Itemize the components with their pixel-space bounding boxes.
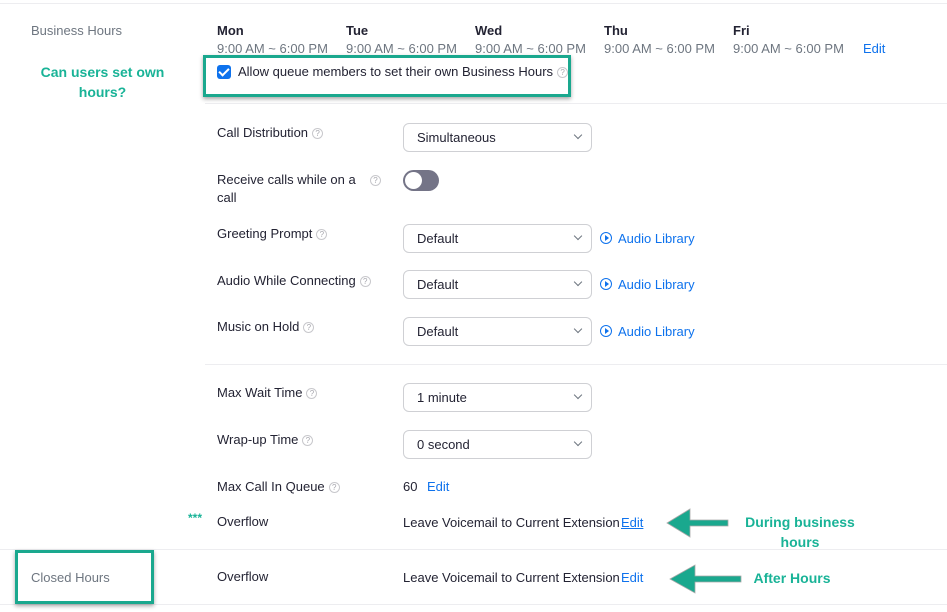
wrap-up-time-label: Wrap-up Time? <box>217 431 314 449</box>
business-hours-edit-link[interactable]: Edit <box>863 41 885 56</box>
music-on-hold-text: Music on Hold <box>217 319 300 334</box>
call-distribution-text: Call Distribution <box>217 125 309 140</box>
day-hours: 9:00 AM ~ 6:00 PM <box>604 41 715 56</box>
chevron-down-icon <box>573 437 583 447</box>
max-wait-time-value: 1 minute <box>417 390 467 405</box>
play-circle-icon <box>600 325 612 337</box>
music-on-hold-label: Music on Hold? <box>217 318 315 336</box>
annotation-during-business: During business hours <box>745 514 855 550</box>
chevron-down-icon <box>573 231 583 241</box>
audio-library-label: Audio Library <box>618 231 695 246</box>
toggle-knob <box>405 172 422 189</box>
day-thu: Thu 9:00 AM ~ 6:00 PM <box>604 24 729 57</box>
annotation-can-users-set: Can users set own hours? <box>40 64 165 100</box>
wrap-up-time-select[interactable]: 0 second <box>403 430 592 459</box>
day-hours: 9:00 AM ~ 6:00 PM <box>733 41 844 56</box>
call-distribution-value: Simultaneous <box>417 130 496 145</box>
overflow-closed-edit-link[interactable]: Edit <box>621 570 643 585</box>
chevron-down-icon <box>573 324 583 334</box>
chevron-down-icon <box>573 390 583 400</box>
max-call-in-queue-label: Max Call In Queue? <box>217 478 340 496</box>
receive-calls-label: Receive calls while on a call <box>217 172 356 205</box>
music-on-hold-select[interactable]: Default <box>403 317 592 346</box>
chevron-down-icon <box>573 130 583 140</box>
overflow-closed-value: Leave Voicemail to Current Extension <box>403 570 620 585</box>
greeting-prompt-label: Greeting Prompt? <box>217 225 328 243</box>
day-mon: Mon 9:00 AM ~ 6:00 PM <box>217 24 342 57</box>
call-distribution-select[interactable]: Simultaneous <box>403 123 592 152</box>
day-fri: Fri 9:00 AM ~ 6:00 PM <box>733 24 858 57</box>
max-call-in-queue-edit-link[interactable]: Edit <box>427 479 449 494</box>
call-distribution-label: Call Distribution? <box>217 124 324 142</box>
max-wait-time-text: Max Wait Time <box>217 385 303 400</box>
day-wed: Wed 9:00 AM ~ 6:00 PM <box>475 24 600 57</box>
closed-hours-label: Closed Hours <box>31 570 110 585</box>
day-name: Tue <box>346 23 369 38</box>
help-icon[interactable]: ? <box>302 435 314 446</box>
arrow-icon <box>666 508 729 538</box>
day-name: Thu <box>604 23 628 38</box>
help-icon[interactable]: ? <box>557 67 569 78</box>
help-icon[interactable]: ? <box>303 322 315 333</box>
help-icon[interactable]: ? <box>316 229 328 240</box>
business-hours-label: Business Hours <box>31 23 123 38</box>
music-on-hold-value: Default <box>417 324 459 339</box>
overflow-business-edit-link[interactable]: Edit <box>621 515 643 530</box>
chevron-down-icon <box>573 277 583 287</box>
greeting-prompt-select[interactable]: Default <box>403 224 592 253</box>
bottom-divider <box>0 604 947 605</box>
audio-library-label: Audio Library <box>618 277 695 292</box>
play-circle-icon <box>600 278 612 290</box>
play-circle-icon <box>600 232 612 244</box>
max-wait-time-label: Max Wait Time? <box>217 384 318 402</box>
help-icon[interactable]: ? <box>359 276 371 287</box>
wrap-up-time-text: Wrap-up Time <box>217 432 299 447</box>
wrap-up-time-value: 0 second <box>417 437 470 452</box>
allow-members-row: Allow queue members to set their own Bus… <box>238 64 569 79</box>
day-tue: Tue 9:00 AM ~ 6:00 PM <box>346 24 471 57</box>
hold-audio-library-link[interactable]: Audio Library <box>600 324 695 339</box>
business-hours-divider <box>205 103 947 104</box>
audio-connecting-text: Audio While Connecting <box>217 273 356 288</box>
help-icon[interactable]: ? <box>312 128 324 139</box>
help-icon[interactable]: ? <box>370 175 381 186</box>
allow-members-label[interactable]: Allow queue members to set their own Bus… <box>238 64 553 79</box>
help-icon[interactable]: ? <box>328 482 340 493</box>
max-call-in-queue-text: Max Call In Queue <box>217 479 325 494</box>
top-divider <box>0 3 947 4</box>
overflow-marker: *** <box>188 511 203 525</box>
day-name: Mon <box>217 23 244 38</box>
audio-connecting-label: Audio While Connecting? <box>217 272 371 290</box>
overflow-closed-label: Overflow <box>217 569 269 584</box>
max-wait-time-select[interactable]: 1 minute <box>403 383 592 412</box>
overflow-business-value: Leave Voicemail to Current Extension <box>403 515 620 530</box>
day-name: Wed <box>475 23 503 38</box>
greeting-prompt-text: Greeting Prompt <box>217 226 313 241</box>
connecting-audio-library-link[interactable]: Audio Library <box>600 277 695 292</box>
allow-members-checkbox[interactable] <box>217 65 231 79</box>
max-call-in-queue-value: 60 <box>403 479 418 494</box>
day-name: Fri <box>733 23 750 38</box>
queue-settings-divider <box>205 364 947 365</box>
annotation-after-hours: After Hours <box>753 570 831 586</box>
help-icon[interactable]: ? <box>306 388 318 399</box>
audio-connecting-select[interactable]: Default <box>403 270 592 299</box>
arrow-icon <box>669 564 742 594</box>
receive-calls-toggle[interactable] <box>403 170 439 191</box>
overflow-business-label: Overflow <box>217 514 269 529</box>
greeting-prompt-value: Default <box>417 231 459 246</box>
audio-library-label: Audio Library <box>618 324 695 339</box>
greeting-audio-library-link[interactable]: Audio Library <box>600 231 695 246</box>
audio-connecting-value: Default <box>417 277 459 292</box>
